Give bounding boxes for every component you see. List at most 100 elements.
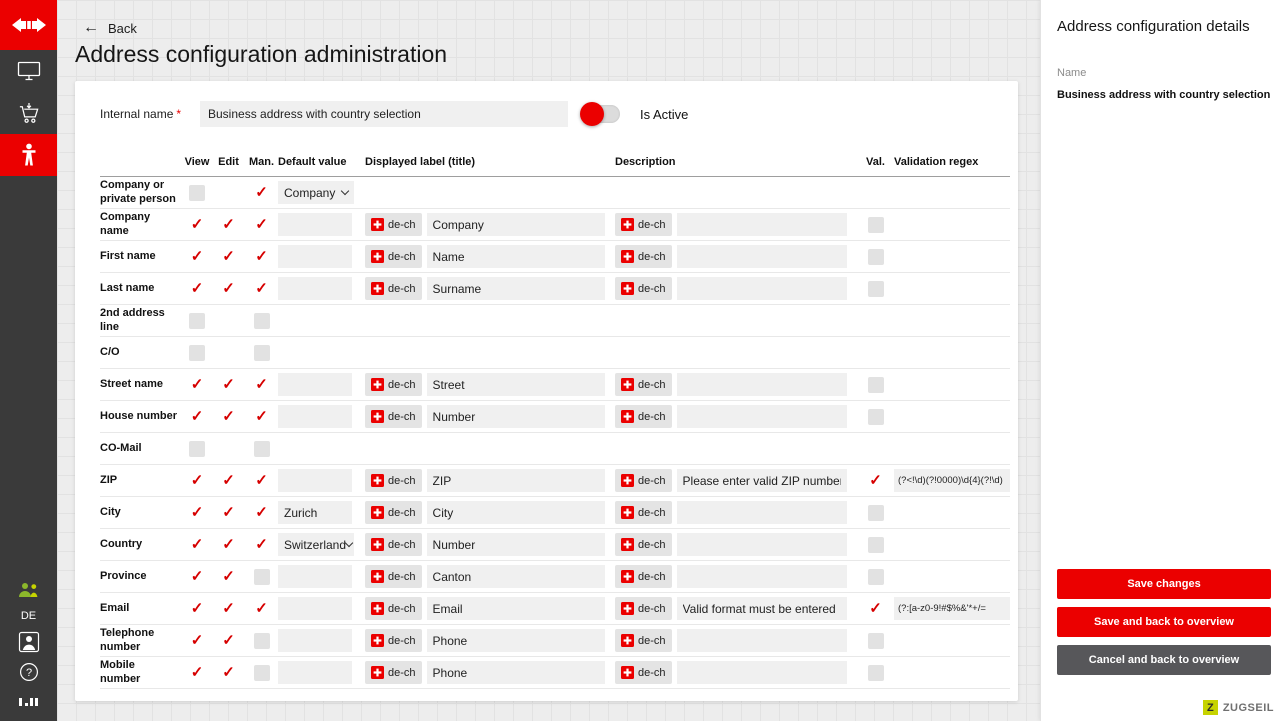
default-value-input[interactable] — [278, 469, 352, 492]
locale-badge[interactable]: de-ch — [615, 597, 672, 620]
displayed-label-input[interactable] — [426, 277, 605, 300]
locale-badge[interactable]: de-ch — [615, 373, 672, 396]
checkmark-icon[interactable]: ✓ — [191, 217, 204, 232]
description-input[interactable] — [676, 405, 847, 428]
checkbox-unchecked[interactable] — [867, 376, 884, 393]
displayed-label-input[interactable] — [426, 469, 605, 492]
checkmark-icon[interactable]: ✓ — [255, 537, 268, 552]
default-value-input[interactable] — [278, 661, 352, 684]
platform-nav-button[interactable] — [0, 687, 57, 717]
checkmark-icon[interactable]: ✓ — [191, 601, 204, 616]
default-value-select[interactable]: Switzerland — [278, 533, 354, 556]
locale-badge[interactable]: de-ch — [365, 533, 422, 556]
checkbox-unchecked[interactable] — [253, 440, 270, 457]
checkmark-icon[interactable]: ✓ — [255, 601, 268, 616]
description-input[interactable] — [676, 565, 847, 588]
checkmark-icon[interactable]: ✓ — [191, 665, 204, 680]
checkmark-icon[interactable]: ✓ — [222, 537, 235, 552]
description-input[interactable] — [676, 373, 847, 396]
default-value-input[interactable] — [278, 629, 352, 652]
save-changes-button[interactable]: Save changes — [1057, 569, 1271, 599]
displayed-label-input[interactable] — [426, 245, 605, 268]
description-input[interactable] — [676, 629, 847, 652]
default-value-input[interactable] — [278, 245, 352, 268]
checkmark-icon[interactable]: ✓ — [222, 601, 235, 616]
default-value-input[interactable] — [278, 213, 352, 236]
checkmark-icon[interactable]: ✓ — [255, 249, 268, 264]
internal-name-input[interactable] — [200, 101, 568, 127]
default-value-input[interactable] — [278, 501, 352, 524]
checkmark-icon[interactable]: ✓ — [255, 217, 268, 232]
validation-regex-input[interactable] — [894, 469, 1010, 492]
checkmark-icon[interactable]: ✓ — [255, 473, 268, 488]
checkmark-icon[interactable]: ✓ — [222, 409, 235, 424]
displayed-label-input[interactable] — [426, 373, 605, 396]
account-nav-button[interactable] — [0, 627, 57, 657]
description-input[interactable] — [676, 533, 847, 556]
default-value-input[interactable] — [278, 277, 352, 300]
description-input[interactable] — [676, 245, 847, 268]
checkbox-unchecked[interactable] — [189, 184, 205, 201]
locale-badge[interactable]: de-ch — [365, 661, 422, 684]
checkmark-icon[interactable]: ✓ — [191, 249, 204, 264]
default-value-input[interactable] — [278, 565, 352, 588]
checkmark-icon[interactable]: ✓ — [191, 537, 204, 552]
checkbox-unchecked[interactable] — [189, 312, 205, 329]
validation-regex-input[interactable] — [894, 597, 1010, 620]
checkmark-icon[interactable]: ✓ — [222, 569, 235, 584]
locale-badge[interactable]: de-ch — [365, 565, 422, 588]
monitor-nav-button[interactable] — [0, 50, 57, 92]
locale-badge[interactable]: de-ch — [365, 245, 422, 268]
checkmark-icon[interactable]: ✓ — [191, 281, 204, 296]
checkmark-icon[interactable]: ✓ — [255, 409, 268, 424]
checkmark-icon[interactable]: ✓ — [222, 505, 235, 520]
checkbox-unchecked[interactable] — [867, 664, 884, 681]
locale-badge[interactable]: de-ch — [365, 501, 422, 524]
checkmark-icon[interactable]: ✓ — [191, 505, 204, 520]
displayed-label-input[interactable] — [426, 405, 605, 428]
locale-badge[interactable]: de-ch — [615, 629, 672, 652]
locale-badge[interactable]: de-ch — [615, 405, 672, 428]
description-input[interactable] — [676, 501, 847, 524]
cancel-and-back-button[interactable]: Cancel and back to overview — [1057, 645, 1271, 675]
locale-badge[interactable]: de-ch — [365, 373, 422, 396]
displayed-label-input[interactable] — [426, 629, 605, 652]
displayed-label-input[interactable] — [426, 501, 605, 524]
checkmark-icon[interactable]: ✓ — [255, 185, 268, 200]
displayed-label-input[interactable] — [426, 533, 605, 556]
checkbox-unchecked[interactable] — [867, 280, 884, 297]
checkmark-icon[interactable]: ✓ — [222, 217, 235, 232]
sbb-logo[interactable] — [0, 0, 57, 50]
locale-badge[interactable]: de-ch — [615, 469, 672, 492]
language-switcher[interactable]: DE — [0, 605, 57, 627]
description-input[interactable] — [676, 469, 847, 492]
checkbox-unchecked[interactable] — [867, 632, 884, 649]
checkmark-icon[interactable]: ✓ — [191, 633, 204, 648]
checkbox-unchecked[interactable] — [867, 568, 884, 585]
checkbox-unchecked[interactable] — [253, 664, 270, 681]
locale-badge[interactable]: de-ch — [365, 629, 422, 652]
checkmark-icon[interactable]: ✓ — [191, 409, 204, 424]
person-nav-button[interactable] — [0, 134, 57, 176]
checkbox-unchecked[interactable] — [867, 536, 884, 553]
checkbox-unchecked[interactable] — [253, 568, 270, 585]
help-nav-button[interactable]: ? — [0, 657, 57, 687]
default-value-input[interactable] — [278, 597, 352, 620]
locale-badge[interactable]: de-ch — [365, 405, 422, 428]
is-active-toggle[interactable] — [580, 102, 620, 126]
checkbox-unchecked[interactable] — [867, 504, 884, 521]
checkmark-icon[interactable]: ✓ — [222, 473, 235, 488]
checkbox-unchecked[interactable] — [189, 440, 205, 457]
checkmark-icon[interactable]: ✓ — [255, 505, 268, 520]
description-input[interactable] — [676, 213, 847, 236]
checkmark-icon[interactable]: ✓ — [222, 281, 235, 296]
locale-badge[interactable]: de-ch — [615, 277, 672, 300]
checkmark-icon[interactable]: ✓ — [191, 377, 204, 392]
checkbox-unchecked[interactable] — [253, 344, 270, 361]
locale-badge[interactable]: de-ch — [615, 501, 672, 524]
default-value-select[interactable]: Company — [278, 181, 354, 204]
description-input[interactable] — [676, 277, 847, 300]
cart-nav-button[interactable] — [0, 92, 57, 134]
checkbox-unchecked[interactable] — [253, 312, 270, 329]
description-input[interactable] — [676, 661, 847, 684]
